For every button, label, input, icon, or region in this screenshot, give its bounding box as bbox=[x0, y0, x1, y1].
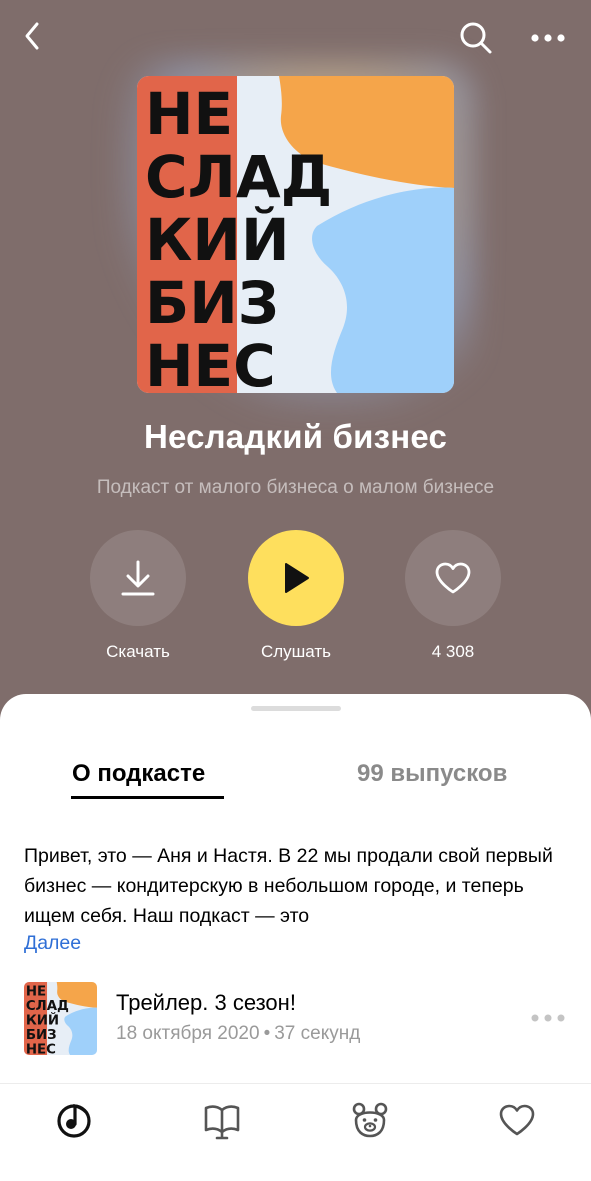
more-button[interactable] bbox=[528, 20, 568, 56]
podcast-cover: НЕ СЛАД КИЙ БИЗ НЕС bbox=[137, 76, 454, 393]
podcast-title: Несладкий бизнес bbox=[143, 418, 448, 455]
like-button[interactable] bbox=[405, 530, 501, 626]
music-note-icon bbox=[57, 1103, 91, 1138]
download-button[interactable] bbox=[90, 530, 186, 626]
cover-line-5: НЕС bbox=[145, 332, 276, 393]
episode-thumbnail: НЕ СЛАД КИЙ БИЗ НЕС bbox=[24, 982, 97, 1055]
play-icon bbox=[285, 563, 309, 593]
thumb-line-5: НЕС bbox=[26, 1042, 56, 1055]
play-button[interactable] bbox=[248, 530, 344, 626]
download-icon bbox=[121, 560, 155, 596]
more-dots-icon bbox=[531, 34, 565, 42]
thumb-line-4: БИЗ bbox=[26, 1028, 57, 1043]
more-dots-icon bbox=[531, 1014, 565, 1022]
cover-line-1: НЕ bbox=[145, 80, 233, 148]
listen-action[interactable]: Слушать bbox=[236, 530, 356, 662]
active-tab-indicator bbox=[71, 796, 224, 799]
tab-about[interactable]: О подкасте bbox=[72, 760, 205, 788]
download-label: Скачать bbox=[106, 642, 170, 661]
sheet-handle[interactable] bbox=[251, 706, 341, 711]
cover-line-2: СЛАД bbox=[145, 143, 332, 211]
episode-title: Трейлер. 3 сезон! bbox=[116, 990, 296, 1015]
tab-episodes[interactable]: 99 выпусков bbox=[357, 760, 507, 788]
chevron-left-icon bbox=[25, 22, 39, 50]
podcast-subtitle: Подкаст от малого бизнеса о малом бизнес… bbox=[96, 477, 495, 498]
bottom-tabbar bbox=[0, 1086, 591, 1156]
book-icon bbox=[204, 1105, 240, 1140]
meta-separator: • bbox=[263, 1023, 271, 1044]
tabbar-favorites[interactable] bbox=[493, 1096, 541, 1144]
tabbar-books[interactable] bbox=[198, 1096, 246, 1144]
thumb-line-2: СЛАД bbox=[26, 999, 69, 1014]
episode-meta: 18 октября 2020 • 37 секунд bbox=[116, 1023, 360, 1045]
back-button[interactable] bbox=[14, 18, 50, 54]
search-button[interactable] bbox=[456, 18, 496, 58]
search-icon bbox=[460, 22, 492, 54]
tabbar-music[interactable] bbox=[50, 1096, 98, 1144]
thumb-line-1: НЕ bbox=[26, 984, 46, 999]
episode-date: 18 октября 2020 bbox=[116, 1023, 260, 1044]
tabbar-kids[interactable] bbox=[346, 1096, 394, 1144]
read-more-link[interactable]: Далее bbox=[24, 932, 81, 955]
heart-icon bbox=[499, 1104, 535, 1136]
tabbar-divider bbox=[0, 1083, 591, 1084]
details-sheet: О подкасте 99 выпусков Привет, это — Аня… bbox=[0, 694, 591, 1181]
download-action[interactable]: Скачать bbox=[78, 530, 198, 662]
episode-duration: 37 секунд bbox=[274, 1023, 361, 1044]
podcast-description: Привет, это — Аня и Настя. В 22 мы прода… bbox=[24, 845, 553, 927]
like-action[interactable]: 4 308 bbox=[393, 530, 513, 662]
cover-line-4: БИЗ bbox=[145, 269, 279, 337]
podcast-header-area: НЕ СЛАД КИЙ БИЗ НЕС Несладкий бизнес Под… bbox=[0, 0, 591, 720]
likes-count: 4 308 bbox=[431, 642, 475, 661]
cover-line-3: КИЙ bbox=[145, 205, 290, 274]
episode-more-button[interactable] bbox=[528, 1004, 568, 1032]
listen-label: Слушать bbox=[260, 642, 332, 661]
bear-icon bbox=[352, 1102, 388, 1138]
heart-outline-icon bbox=[435, 562, 471, 594]
episode-row[interactable]: НЕ СЛАД КИЙ БИЗ НЕС Трейлер. 3 сезон! 18… bbox=[0, 978, 591, 1058]
